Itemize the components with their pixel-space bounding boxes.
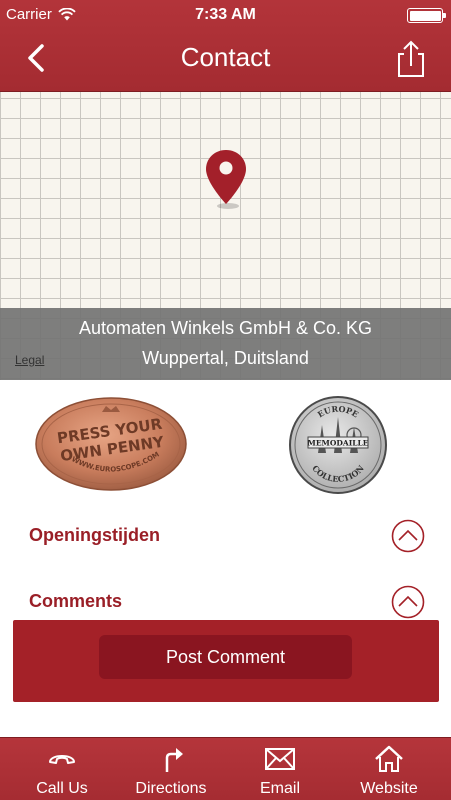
chevron-up-circle-icon[interactable] [391,585,425,619]
tab-website[interactable]: Website [333,738,445,800]
share-icon [398,40,424,77]
tab-label: Website [360,780,418,797]
share-button[interactable] [393,38,429,80]
nav-bar: Contact [0,30,451,90]
address-line-1: Automaten Winkels GmbH & Co. KG [78,318,373,338]
section-comments[interactable]: Comments [0,582,451,622]
memodaille-banner: MEMODAILLE [308,439,369,448]
status-bar: Carrier 7:33 AM [0,0,451,30]
tab-bar: Call Us Directions Email Website [0,737,451,800]
header: Carrier 7:33 AM Contact [0,0,451,92]
europe-memodaille-logo[interactable]: MEMODAILLE EUROPE COLLECTION [288,395,388,495]
directions-icon [165,748,183,772]
address-overlay: Automaten Winkels GmbH & Co. KG Wupperta… [0,308,451,380]
legal-link[interactable]: Legal [15,353,44,367]
address-line-2: Wuppertal, Duitsland [142,348,309,368]
section-label-opening-hours: Openingstijden [29,525,161,545]
page-title: Contact [180,42,271,72]
map-pin-icon[interactable] [204,148,248,210]
tab-label: Email [259,780,300,797]
home-icon [375,745,403,772]
tab-call-us[interactable]: Call Us [6,738,118,800]
press-your-own-penny-logo[interactable]: PRESS YOUR OWN PENNY WWW.EUROSCOPE.COM [34,396,188,492]
tab-email[interactable]: Email [224,738,336,800]
envelope-icon [265,748,295,770]
section-label-comments: Comments [29,591,123,611]
comments-panel: Post Comment [13,620,439,702]
tab-label: Call Us [36,780,88,797]
map-view[interactable]: Automaten Winkels GmbH & Co. KG Wupperta… [0,92,451,380]
tab-label: Directions [135,780,207,797]
post-comment-button[interactable]: Post Comment [99,635,352,679]
chevron-up-circle-icon[interactable] [391,519,425,553]
section-opening-hours[interactable]: Openingstijden [0,516,451,556]
tab-directions[interactable]: Directions [115,738,227,800]
clock: 7:33 AM [195,6,256,23]
battery-icon [407,8,446,23]
phone-icon [49,755,75,764]
